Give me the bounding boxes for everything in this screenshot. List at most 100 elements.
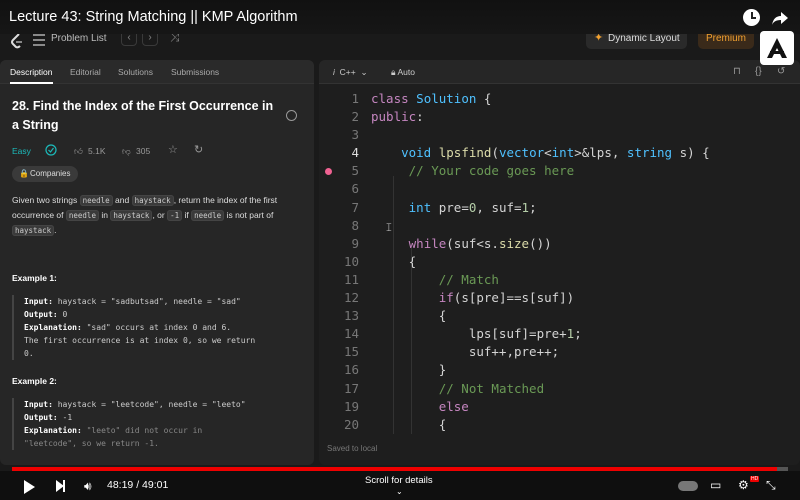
solved-check-icon: [45, 144, 57, 156]
star-icon[interactable]: ☆: [168, 143, 178, 156]
captions-icon[interactable]: ▭: [710, 478, 721, 492]
like-icon[interactable]: 👍︎: [74, 146, 83, 157]
line-number: 4: [351, 145, 359, 161]
line-number: 11: [343, 271, 359, 287]
code-line[interactable]: 5 // Your code goes here: [319, 162, 800, 180]
code-line[interactable]: 1 class Solution {: [319, 90, 800, 108]
code-text: int pre=0, suf=1;: [408, 199, 537, 215]
code-text: {: [371, 308, 447, 324]
example-2-heading: Example 2:: [12, 376, 57, 386]
code-line[interactable]: 12 if(s[pre]==s[suf]): [319, 289, 800, 307]
code-text: while(suf<s.size()): [408, 235, 552, 251]
companies-label: Companies: [30, 169, 71, 178]
video-title-bar: Lecture 43: String Matching || KMP Algor…: [0, 0, 800, 34]
code-text: {: [371, 253, 417, 269]
description-panel: Description Editorial Solutions Submissi…: [0, 60, 314, 465]
watch-later-icon[interactable]: [743, 9, 760, 26]
problem-description: Given two strings needle and haystack, r…: [12, 195, 278, 236]
code-line[interactable]: 9 while(suf<s.size()): [319, 235, 800, 253]
volume-icon[interactable]: 🔊︎: [84, 479, 92, 494]
code-text: // Not Matched: [438, 380, 545, 396]
lock-icon: 🔒: [19, 169, 29, 178]
code-line[interactable]: 14 lps[suf]=pre+1;: [319, 325, 800, 343]
tab-submissions[interactable]: Submissions: [171, 67, 219, 77]
code-line[interactable]: 15 suf++,pre++;: [319, 343, 800, 361]
code-line[interactable]: 13 {: [319, 307, 800, 325]
code-line[interactable]: 7 int pre=0, suf=1;: [319, 199, 800, 217]
text-cursor-icon: 𝙸: [385, 222, 393, 234]
code-line[interactable]: 3: [319, 126, 800, 144]
leetcode-logo-icon[interactable]: [10, 33, 24, 49]
example-1-block: Input: haystack = "sadbutsad", needle = …: [12, 295, 302, 360]
editor-toolbar: i C++ ⌄ 🔒︎ Auto ⊓ {} ↺: [319, 60, 800, 84]
line-number: 15: [343, 344, 359, 360]
language-select[interactable]: i C++ ⌄: [333, 67, 368, 78]
line-number: 20: [343, 416, 359, 432]
code-text: void lpsfind(vector<int>&lps, string s) …: [401, 145, 710, 161]
line-number: 8: [351, 217, 359, 233]
likes-count: 5.1K: [88, 146, 106, 156]
code-line[interactable]: 4 void lpsfind(vector<int>&lps, string s…: [319, 144, 800, 162]
code-line[interactable]: 10 {: [319, 253, 800, 271]
channel-watermark-logo: [760, 31, 794, 65]
video-time: 48:19 / 49:01: [107, 479, 169, 491]
code-text: {: [371, 416, 447, 432]
info-icon[interactable]: [286, 110, 297, 121]
dislike-icon[interactable]: 👎︎: [122, 146, 131, 157]
autoplay-toggle[interactable]: [678, 481, 698, 491]
code-line[interactable]: 19 else: [319, 398, 800, 416]
line-number: 10: [343, 253, 359, 269]
dislikes-count: 305: [136, 146, 151, 156]
line-number: 17: [343, 380, 359, 396]
line-number: 5: [351, 163, 359, 179]
line-number: 19: [343, 398, 359, 414]
code-line[interactable]: 17 // Not Matched: [319, 380, 800, 398]
code-text: public:: [371, 109, 424, 125]
code-text: // Match: [438, 271, 499, 287]
tab-description[interactable]: Description: [10, 67, 53, 77]
braces-icon[interactable]: {}: [755, 66, 762, 77]
chevron-down-icon[interactable]: ⌄: [396, 487, 403, 496]
dynamic-layout-label: Dynamic Layout: [608, 33, 680, 44]
code-text: suf++,pre++;: [371, 344, 560, 360]
auto-mode-toggle[interactable]: 🔒︎ Auto: [391, 67, 415, 78]
share-problem-icon[interactable]: ↻: [194, 143, 203, 156]
code-text: }: [371, 362, 447, 378]
problem-list-link[interactable]: Problem List: [51, 33, 107, 44]
reset-icon[interactable]: ↺: [777, 66, 785, 77]
code-line[interactable]: 2 public:: [319, 108, 800, 126]
next-video-icon[interactable]: [56, 480, 65, 492]
code-text: else: [438, 398, 469, 414]
problem-list-icon: [33, 34, 45, 46]
code-line[interactable]: 20 {: [319, 416, 800, 434]
player-controls: 🔊︎ 48:19 / 49:01 Scroll for details ⌄ ▭ …: [0, 471, 800, 500]
play-icon[interactable]: [24, 480, 35, 494]
code-text: if(s[pre]==s[suf]): [438, 290, 575, 306]
fullscreen-exit-icon[interactable]: ⤡: [766, 478, 776, 493]
problem-tabs: Description Editorial Solutions Submissi…: [0, 60, 314, 84]
code-text: // Your code goes here: [408, 163, 575, 179]
scroll-for-details[interactable]: Scroll for details: [365, 475, 433, 486]
video-title[interactable]: Lecture 43: String Matching || KMP Algor…: [9, 9, 298, 25]
screen: Lecture 43: String Matching || KMP Algor…: [0, 0, 800, 500]
settings-icon[interactable]: ⚙: [738, 478, 749, 492]
hd-badge: HD: [750, 476, 760, 482]
line-number: 12: [343, 290, 359, 306]
code-line[interactable]: 6: [319, 180, 800, 198]
difficulty-badge: Easy: [12, 146, 31, 156]
saved-status: Saved to local: [327, 444, 378, 453]
tab-editorial[interactable]: Editorial: [70, 67, 101, 77]
code-area[interactable]: 1 class Solution {2 public: 3 4 void lpsfind…: [319, 90, 800, 434]
lock-icon: 🔒︎: [391, 67, 396, 77]
line-number: 7: [351, 199, 359, 215]
code-line[interactable]: 11 // Match: [319, 271, 800, 289]
active-tab-indicator: [10, 82, 53, 84]
line-number: 1: [351, 91, 359, 106]
code-line[interactable]: 16 }: [319, 361, 800, 379]
bookmark-icon[interactable]: ⊓: [733, 66, 741, 77]
share-icon[interactable]: [770, 8, 790, 28]
tab-solutions[interactable]: Solutions: [118, 67, 153, 77]
companies-tag[interactable]: 🔒 Companies: [12, 166, 79, 182]
line-number: 9: [351, 235, 359, 251]
code-editor-panel: i C++ ⌄ 🔒︎ Auto ⊓ {} ↺ 1 class Solution {…: [319, 60, 800, 465]
